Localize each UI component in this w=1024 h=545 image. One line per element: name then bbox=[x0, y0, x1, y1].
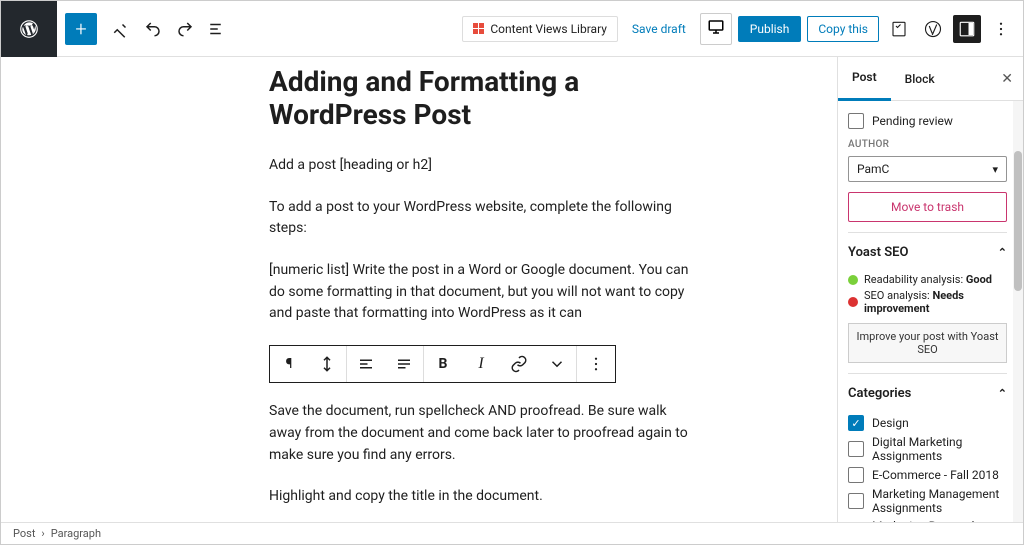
edit-mode-icon[interactable] bbox=[107, 15, 135, 43]
grid-icon bbox=[473, 23, 484, 34]
category-checkbox[interactable]: Marketing Management Assignments bbox=[848, 487, 1007, 515]
more-options-icon[interactable] bbox=[987, 15, 1015, 43]
bold-button[interactable]: B bbox=[424, 346, 462, 382]
breadcrumb-current[interactable]: Paragraph bbox=[51, 527, 101, 540]
top-toolbar: + Content Views Library Save draft Publi… bbox=[1, 1, 1023, 57]
italic-button[interactable]: I bbox=[462, 346, 500, 382]
author-label: Author bbox=[848, 139, 1007, 150]
settings-panel-icon[interactable] bbox=[953, 15, 981, 43]
link-button[interactable] bbox=[500, 346, 538, 382]
breadcrumb-root[interactable]: Post bbox=[13, 527, 35, 540]
author-select[interactable]: PamC▾ bbox=[848, 156, 1007, 182]
breadcrumb: Post › Paragraph bbox=[1, 522, 1023, 544]
yoast-improve-button[interactable]: Improve your post with Yoast SEO bbox=[848, 323, 1007, 363]
paragraph-block[interactable]: Add a post [heading or h2] bbox=[269, 155, 689, 177]
sidebar-tabs: Post Block ✕ bbox=[838, 57, 1023, 101]
panel-yoast[interactable]: Yoast SEO⌃ bbox=[848, 232, 1007, 270]
paragraph-block[interactable]: [numeric list] Write the post in a Word … bbox=[269, 260, 689, 325]
chevron-down-icon[interactable] bbox=[538, 346, 576, 382]
scrollbar-thumb[interactable] bbox=[1014, 151, 1022, 291]
readability-row: Readability analysis: Good bbox=[848, 273, 1007, 286]
tab-block[interactable]: Block bbox=[891, 57, 949, 101]
content-views-button[interactable]: Content Views Library bbox=[462, 16, 618, 42]
paragraph-type-icon[interactable]: ¶ bbox=[270, 346, 308, 382]
block-toolbar: ¶ BI bbox=[269, 345, 616, 383]
transform-icon[interactable] bbox=[308, 346, 346, 382]
settings-sidebar: Post Block ✕ Pending review Author PamC▾… bbox=[837, 57, 1023, 522]
pending-review-checkbox[interactable]: Pending review bbox=[848, 113, 1007, 129]
align-icon[interactable] bbox=[347, 346, 385, 382]
move-to-trash-button[interactable]: Move to trash bbox=[848, 192, 1007, 222]
seo-analysis-row: SEO analysis: Needs improvement bbox=[848, 289, 1007, 315]
editor-canvas[interactable]: Adding and Formatting a WordPress Post A… bbox=[1, 57, 837, 522]
category-checkbox[interactable]: E-Commerce - Fall 2018 bbox=[848, 467, 1007, 483]
close-sidebar-icon[interactable]: ✕ bbox=[991, 71, 1023, 87]
add-block-button[interactable]: + bbox=[65, 13, 97, 45]
paragraph-block[interactable]: Save the document, run spellcheck AND pr… bbox=[269, 401, 689, 466]
details-icon[interactable] bbox=[203, 15, 231, 43]
redo-icon[interactable] bbox=[171, 15, 199, 43]
category-checkbox[interactable]: Marketing Research - Summer 2018 bbox=[848, 519, 1007, 522]
more-icon[interactable] bbox=[577, 346, 615, 382]
yoast-icon[interactable] bbox=[919, 15, 947, 43]
post-title[interactable]: Adding and Formatting a WordPress Post bbox=[269, 65, 689, 131]
chevron-right-icon: › bbox=[41, 527, 44, 540]
publish-button[interactable]: Publish bbox=[738, 16, 802, 42]
category-checkbox[interactable]: Digital Marketing Assignments bbox=[848, 435, 1007, 463]
chevron-up-icon: ⌃ bbox=[998, 387, 1007, 400]
panel-categories[interactable]: Categories⌃ bbox=[848, 373, 1007, 411]
undo-icon[interactable] bbox=[139, 15, 167, 43]
checklist-icon[interactable] bbox=[885, 15, 913, 43]
status-dot-good bbox=[848, 275, 858, 285]
tab-post[interactable]: Post bbox=[838, 57, 891, 101]
content-views-label: Content Views Library bbox=[490, 22, 607, 36]
paragraph-block[interactable]: Highlight and copy the title in the docu… bbox=[269, 486, 689, 508]
save-draft-button[interactable]: Save draft bbox=[624, 17, 694, 41]
paragraph-block[interactable]: To add a post to your WordPress website,… bbox=[269, 197, 689, 240]
chevron-up-icon: ⌃ bbox=[998, 246, 1007, 259]
copy-this-button[interactable]: Copy this bbox=[807, 16, 879, 42]
wordpress-icon bbox=[20, 20, 38, 38]
category-checkbox[interactable]: ✓Design bbox=[848, 415, 1007, 431]
status-dot-bad bbox=[848, 297, 858, 307]
sidebar-scrollbar[interactable] bbox=[1013, 101, 1023, 522]
align-dropdown-icon[interactable] bbox=[385, 346, 423, 382]
preview-button[interactable] bbox=[700, 13, 732, 45]
wordpress-logo[interactable] bbox=[1, 1, 57, 57]
